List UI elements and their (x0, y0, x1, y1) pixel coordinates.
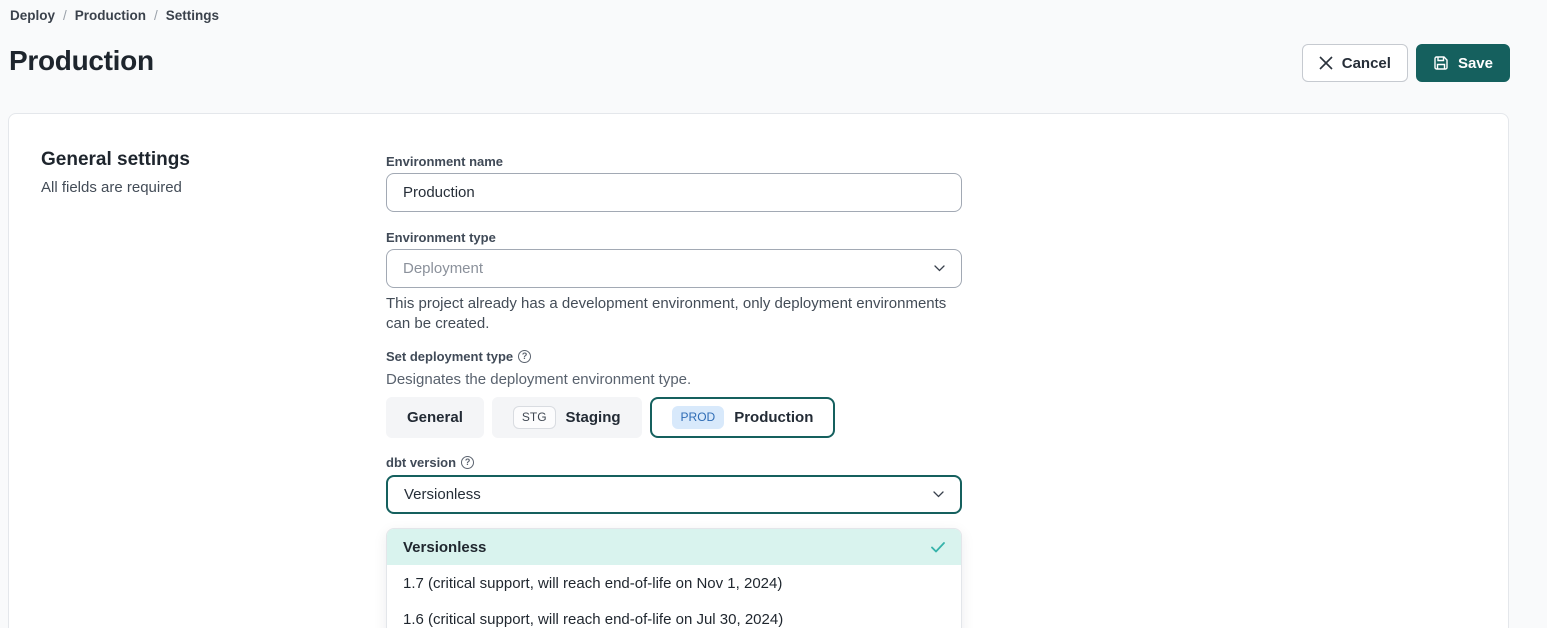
section-title: General settings (41, 149, 190, 171)
deployment-type-staging-label: Staging (566, 409, 621, 426)
deployment-type-helper: Designates the deployment environment ty… (386, 371, 691, 388)
question-circle-icon[interactable]: ? (518, 350, 531, 363)
environment-type-helper: This project already has a development e… (386, 294, 948, 334)
breadcrumb: Deploy / Production / Settings (10, 8, 219, 23)
dbt-version-value: Versionless (404, 486, 481, 503)
breadcrumb-separator: / (63, 8, 67, 23)
environment-name-input[interactable] (386, 173, 962, 212)
deployment-type-options: General STG Staging PROD Production (386, 397, 835, 438)
environment-type-value: Deployment (403, 260, 483, 277)
dbt-version-label: dbt version ? (386, 455, 474, 470)
environment-name-label: Environment name (386, 154, 503, 169)
breadcrumb-production[interactable]: Production (75, 8, 146, 23)
prod-badge: PROD (672, 406, 725, 428)
dbt-version-label-text: dbt version (386, 455, 456, 470)
deployment-type-production-label: Production (734, 409, 813, 426)
dropdown-option-label: 1.7 (critical support, will reach end-of… (403, 575, 782, 592)
question-circle-icon[interactable]: ? (461, 456, 474, 469)
deployment-type-general-button[interactable]: General (386, 397, 484, 438)
general-settings-card: General settings All fields are required… (8, 113, 1509, 628)
x-icon (1319, 56, 1333, 70)
deployment-type-production-button[interactable]: PROD Production (650, 397, 836, 438)
breadcrumb-settings[interactable]: Settings (166, 8, 219, 23)
save-button[interactable]: Save (1416, 44, 1510, 82)
dropdown-option-versionless[interactable]: Versionless (387, 529, 961, 565)
dbt-version-select[interactable]: Versionless (386, 475, 962, 514)
deployment-type-label: Set deployment type ? (386, 349, 531, 364)
breadcrumb-deploy[interactable]: Deploy (10, 8, 55, 23)
chevron-down-icon (934, 265, 945, 272)
floppy-disk-icon (1433, 55, 1449, 71)
breadcrumb-separator: / (154, 8, 158, 23)
section-subtitle: All fields are required (41, 179, 182, 196)
page: Deploy / Production / Settings Productio… (0, 0, 1547, 628)
save-button-label: Save (1458, 55, 1493, 72)
deployment-type-general-label: General (407, 409, 463, 426)
dropdown-option-1-7[interactable]: 1.7 (critical support, will reach end-of… (387, 565, 961, 601)
dropdown-option-label: Versionless (403, 539, 486, 556)
staging-badge: STG (513, 406, 556, 428)
dropdown-option-1-6[interactable]: 1.6 (critical support, will reach end-of… (387, 601, 961, 628)
environment-type-select[interactable]: Deployment (386, 249, 962, 288)
deployment-type-label-text: Set deployment type (386, 349, 513, 364)
environment-type-label: Environment type (386, 230, 496, 245)
dropdown-option-label: 1.6 (critical support, will reach end-of… (403, 611, 783, 628)
page-title: Production (9, 45, 154, 77)
dbt-version-dropdown: Versionless 1.7 (critical support, will … (386, 528, 962, 628)
deployment-type-staging-button[interactable]: STG Staging (492, 397, 642, 438)
cancel-button-label: Cancel (1342, 55, 1391, 72)
check-icon (931, 542, 945, 553)
cancel-button[interactable]: Cancel (1302, 44, 1408, 82)
chevron-down-icon (933, 491, 944, 498)
header-actions: Cancel Save (1302, 44, 1510, 82)
